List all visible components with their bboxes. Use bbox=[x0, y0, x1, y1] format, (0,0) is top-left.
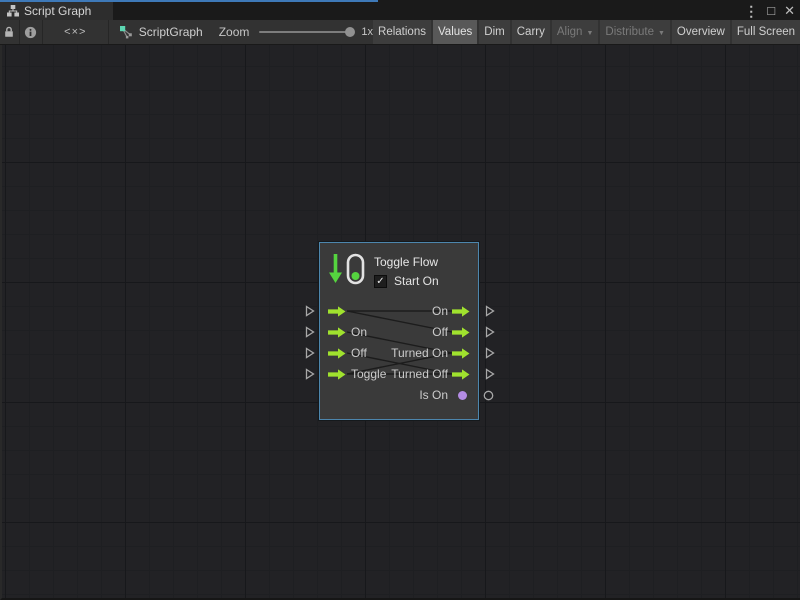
flow-output-port[interactable] bbox=[452, 348, 470, 359]
chevron-down-icon: ▼ bbox=[586, 30, 593, 37]
output-port-label: Off bbox=[432, 325, 448, 339]
zoom-slider[interactable] bbox=[259, 31, 353, 33]
relations-label: Relations bbox=[378, 26, 426, 38]
relations-button[interactable]: Relations bbox=[373, 20, 431, 44]
external-output-marker[interactable] bbox=[485, 368, 495, 380]
script-graph-icon bbox=[119, 25, 133, 39]
input-port-label: Off bbox=[351, 346, 367, 360]
overview-button[interactable]: Overview bbox=[672, 20, 730, 44]
toggle-flow-node[interactable]: Toggle Flow ✓ Start On On On Off bbox=[319, 242, 479, 420]
script-graph-window: Script Graph ⋮ □ ✕ <×> bbox=[0, 0, 800, 600]
zoom-slider-handle[interactable] bbox=[345, 27, 355, 37]
values-button[interactable]: Values bbox=[433, 20, 477, 44]
dim-button[interactable]: Dim bbox=[479, 20, 509, 44]
flow-output-port[interactable] bbox=[452, 306, 470, 317]
node-title: Toggle Flow bbox=[374, 255, 439, 269]
lock-button[interactable] bbox=[0, 20, 19, 44]
start-on-label: Start On bbox=[394, 274, 439, 288]
distribute-button[interactable]: Distribute ▼ bbox=[600, 20, 670, 44]
code-preview-button[interactable]: <×> bbox=[43, 20, 108, 44]
external-value-marker[interactable] bbox=[483, 390, 494, 401]
external-output-marker[interactable] bbox=[485, 305, 495, 317]
down-arrow-icon bbox=[329, 253, 342, 284]
zoom-value: 1x bbox=[361, 26, 373, 38]
lock-icon bbox=[3, 25, 15, 39]
output-port-label: Turned On bbox=[391, 346, 448, 360]
input-port-label: On bbox=[351, 325, 367, 339]
flow-input-port[interactable] bbox=[328, 306, 346, 317]
node-header: Toggle Flow ✓ Start On bbox=[329, 253, 439, 288]
external-input-marker[interactable] bbox=[305, 347, 315, 359]
flow-input-port[interactable] bbox=[328, 369, 346, 380]
overview-label: Overview bbox=[677, 26, 725, 38]
view-buttons-group: Relations Values Dim Carry Align ▼ Distr… bbox=[373, 20, 800, 44]
graph-toolbar: <×> ScriptGraph Zoom 1x Relations Values… bbox=[0, 20, 800, 45]
flow-input-port[interactable] bbox=[328, 348, 346, 359]
tab-script-graph[interactable]: Script Graph bbox=[0, 2, 113, 20]
node-header-text: Toggle Flow ✓ Start On bbox=[374, 253, 439, 288]
fullscreen-label: Full Screen bbox=[737, 26, 795, 38]
port-row: On bbox=[320, 301, 478, 322]
title-bar: Script Graph ⋮ □ ✕ bbox=[0, 0, 800, 20]
toggle-flow-icon bbox=[329, 253, 365, 288]
window-controls: ⋮ □ ✕ bbox=[744, 2, 795, 20]
graph-name: ScriptGraph bbox=[139, 25, 203, 39]
zoom-control: Zoom 1x bbox=[219, 20, 373, 44]
flow-output-port[interactable] bbox=[452, 327, 470, 338]
start-on-checkbox[interactable]: ✓ bbox=[374, 275, 387, 288]
output-port-label: Turned Off bbox=[391, 367, 448, 381]
flow-input-port[interactable] bbox=[328, 327, 346, 338]
info-button[interactable] bbox=[20, 20, 42, 44]
dim-label: Dim bbox=[484, 26, 504, 38]
window-menu-icon[interactable]: ⋮ bbox=[744, 2, 758, 20]
external-output-marker[interactable] bbox=[485, 326, 495, 338]
graph-breadcrumb[interactable]: ScriptGraph bbox=[109, 20, 203, 44]
external-input-marker[interactable] bbox=[305, 305, 315, 317]
external-input-marker[interactable] bbox=[305, 326, 315, 338]
start-on-option: ✓ Start On bbox=[374, 274, 439, 288]
port-row: Toggle Turned Off bbox=[320, 364, 478, 385]
tab-label: Script Graph bbox=[24, 4, 91, 18]
output-port-label: Is On bbox=[419, 388, 448, 402]
values-label: Values bbox=[438, 26, 472, 38]
input-port-label: Toggle bbox=[351, 367, 386, 381]
port-row: Off Turned On bbox=[320, 343, 478, 364]
chevron-down-icon: ▼ bbox=[658, 30, 665, 37]
port-row: On Off bbox=[320, 322, 478, 343]
fullscreen-button[interactable]: Full Screen bbox=[732, 20, 800, 44]
align-label: Align bbox=[557, 26, 583, 38]
port-row: Is On bbox=[320, 385, 478, 406]
carry-label: Carry bbox=[517, 26, 545, 38]
external-input-marker[interactable] bbox=[305, 368, 315, 380]
distribute-label: Distribute bbox=[605, 26, 654, 38]
align-button[interactable]: Align ▼ bbox=[552, 20, 599, 44]
zoom-label: Zoom bbox=[219, 25, 250, 39]
code-icon: <×> bbox=[64, 26, 86, 38]
output-port-label: On bbox=[432, 304, 448, 318]
external-output-marker[interactable] bbox=[485, 347, 495, 359]
toggle-capsule-icon bbox=[346, 253, 365, 285]
flow-output-port[interactable] bbox=[452, 369, 470, 380]
maximize-icon[interactable]: □ bbox=[767, 2, 775, 20]
carry-button[interactable]: Carry bbox=[512, 20, 550, 44]
close-icon[interactable]: ✕ bbox=[784, 2, 795, 20]
value-output-port[interactable] bbox=[458, 391, 467, 400]
info-icon bbox=[24, 26, 37, 39]
graph-hierarchy-icon bbox=[7, 5, 19, 17]
checkmark-icon: ✓ bbox=[376, 276, 384, 287]
